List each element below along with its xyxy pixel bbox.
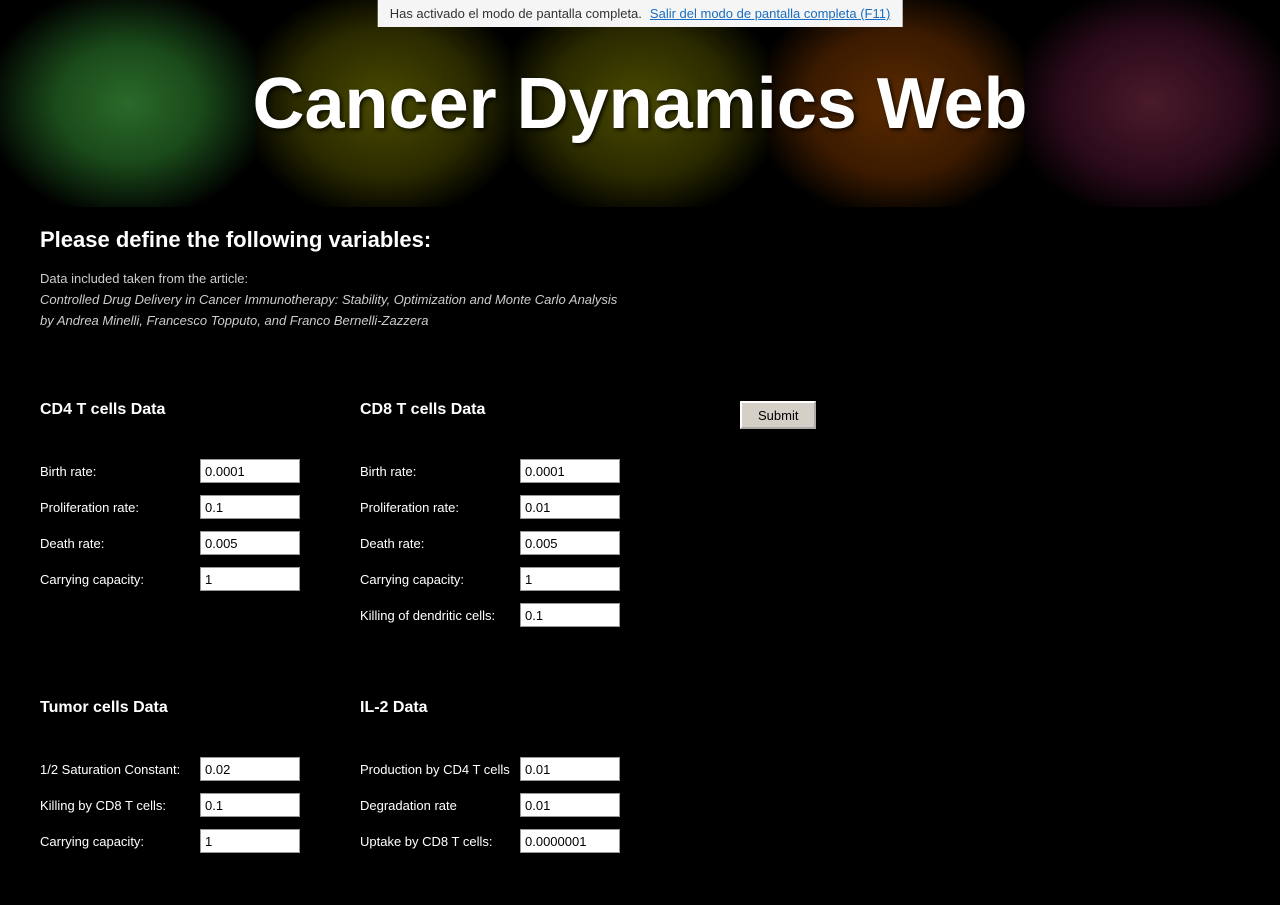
cd8-death-label: Death rate: bbox=[360, 536, 520, 551]
fullscreen-message: Has activado el modo de pantalla complet… bbox=[390, 6, 642, 21]
cd4-death-row: Death rate: bbox=[40, 531, 340, 555]
cd8-death-input[interactable] bbox=[520, 531, 620, 555]
cd8-killing-row: Killing of dendritic cells: bbox=[360, 603, 720, 627]
il2-degradation-row: Degradation rate bbox=[360, 793, 720, 817]
cd8-birth-input[interactable] bbox=[520, 459, 620, 483]
cd8-carrying-label: Carrying capacity: bbox=[360, 572, 520, 587]
submit-area: Submit bbox=[740, 401, 816, 429]
il2-degradation-input[interactable] bbox=[520, 793, 620, 817]
tumor-saturation-row: 1/2 Saturation Constant: bbox=[40, 757, 340, 781]
tumor-saturation-label: 1/2 Saturation Constant: bbox=[40, 762, 200, 777]
submit-button[interactable]: Submit bbox=[740, 401, 816, 429]
main-content: Please define the following variables: D… bbox=[0, 207, 1280, 905]
article-line2: Controlled Drug Delivery in Cancer Immun… bbox=[40, 292, 617, 307]
tumor-section: Tumor cells Data 1/2 Saturation Constant… bbox=[40, 699, 360, 885]
cd8-birth-row: Birth rate: bbox=[360, 459, 720, 483]
cd8-death-row: Death rate: bbox=[360, 531, 720, 555]
header-banner: Cancer Dynamics Web bbox=[0, 0, 1280, 207]
tumor-section-title: Tumor cells Data bbox=[40, 699, 340, 717]
il2-section: IL-2 Data Production by CD4 T cells Degr… bbox=[360, 699, 740, 885]
cd8-section-title: CD8 T cells Data bbox=[360, 401, 720, 419]
cd4-death-label: Death rate: bbox=[40, 536, 200, 551]
article-line1: Data included taken from the article: bbox=[40, 271, 248, 286]
page-heading: Please define the following variables: bbox=[40, 227, 1240, 253]
cd4-prolif-label: Proliferation rate: bbox=[40, 500, 200, 515]
il2-uptake-input[interactable] bbox=[520, 829, 620, 853]
bg-section-green bbox=[0, 0, 256, 207]
tumor-killing-input[interactable] bbox=[200, 793, 300, 817]
cd4-carrying-input[interactable] bbox=[200, 567, 300, 591]
cd8-birth-label: Birth rate: bbox=[360, 464, 520, 479]
il2-production-label: Production by CD4 T cells bbox=[360, 762, 520, 777]
cd4-carrying-label: Carrying capacity: bbox=[40, 572, 200, 587]
tumor-carrying-row: Carrying capacity: bbox=[40, 829, 340, 853]
exit-fullscreen-link[interactable]: Salir del modo de pantalla completa (F11… bbox=[650, 6, 890, 21]
cd4-death-input[interactable] bbox=[200, 531, 300, 555]
cd4-birth-row: Birth rate: bbox=[40, 459, 340, 483]
cd8-prolif-input[interactable] bbox=[520, 495, 620, 519]
cd8-killing-input[interactable] bbox=[520, 603, 620, 627]
article-info: Data included taken from the article: Co… bbox=[40, 269, 1240, 331]
cd4-prolif-row: Proliferation rate: bbox=[40, 495, 340, 519]
cd4-birth-label: Birth rate: bbox=[40, 464, 200, 479]
tumor-carrying-label: Carrying capacity: bbox=[40, 834, 200, 849]
il2-uptake-label: Uptake by CD8 T cells: bbox=[360, 834, 520, 849]
cd8-carrying-row: Carrying capacity: bbox=[360, 567, 720, 591]
fullscreen-notification: Has activado el modo de pantalla complet… bbox=[378, 0, 903, 27]
cd4-section: CD4 T cells Data Birth rate: Proliferati… bbox=[40, 401, 360, 623]
cd4-birth-input[interactable] bbox=[200, 459, 300, 483]
cd4-carrying-row: Carrying capacity: bbox=[40, 567, 340, 591]
cd8-killing-label: Killing of dendritic cells: bbox=[360, 608, 520, 623]
tumor-killing-row: Killing by CD8 T cells: bbox=[40, 793, 340, 817]
tumor-killing-label: Killing by CD8 T cells: bbox=[40, 798, 200, 813]
il2-production-row: Production by CD4 T cells bbox=[360, 757, 720, 781]
il2-production-input[interactable] bbox=[520, 757, 620, 781]
tumor-carrying-input[interactable] bbox=[200, 829, 300, 853]
article-line3: by Andrea Minelli, Francesco Topputo, an… bbox=[40, 313, 429, 328]
cd4-prolif-input[interactable] bbox=[200, 495, 300, 519]
tumor-saturation-input[interactable] bbox=[200, 757, 300, 781]
cd8-prolif-label: Proliferation rate: bbox=[360, 500, 520, 515]
bg-section-pink bbox=[1024, 0, 1280, 207]
cd8-carrying-input[interactable] bbox=[520, 567, 620, 591]
cd8-prolif-row: Proliferation rate: bbox=[360, 495, 720, 519]
il2-degradation-label: Degradation rate bbox=[360, 798, 520, 813]
il2-section-title: IL-2 Data bbox=[360, 699, 720, 717]
il2-uptake-row: Uptake by CD8 T cells: bbox=[360, 829, 720, 853]
cd4-section-title: CD4 T cells Data bbox=[40, 401, 340, 419]
cd8-section: CD8 T cells Data Birth rate: Proliferati… bbox=[360, 401, 740, 659]
site-title: Cancer Dynamics Web bbox=[253, 63, 1028, 145]
